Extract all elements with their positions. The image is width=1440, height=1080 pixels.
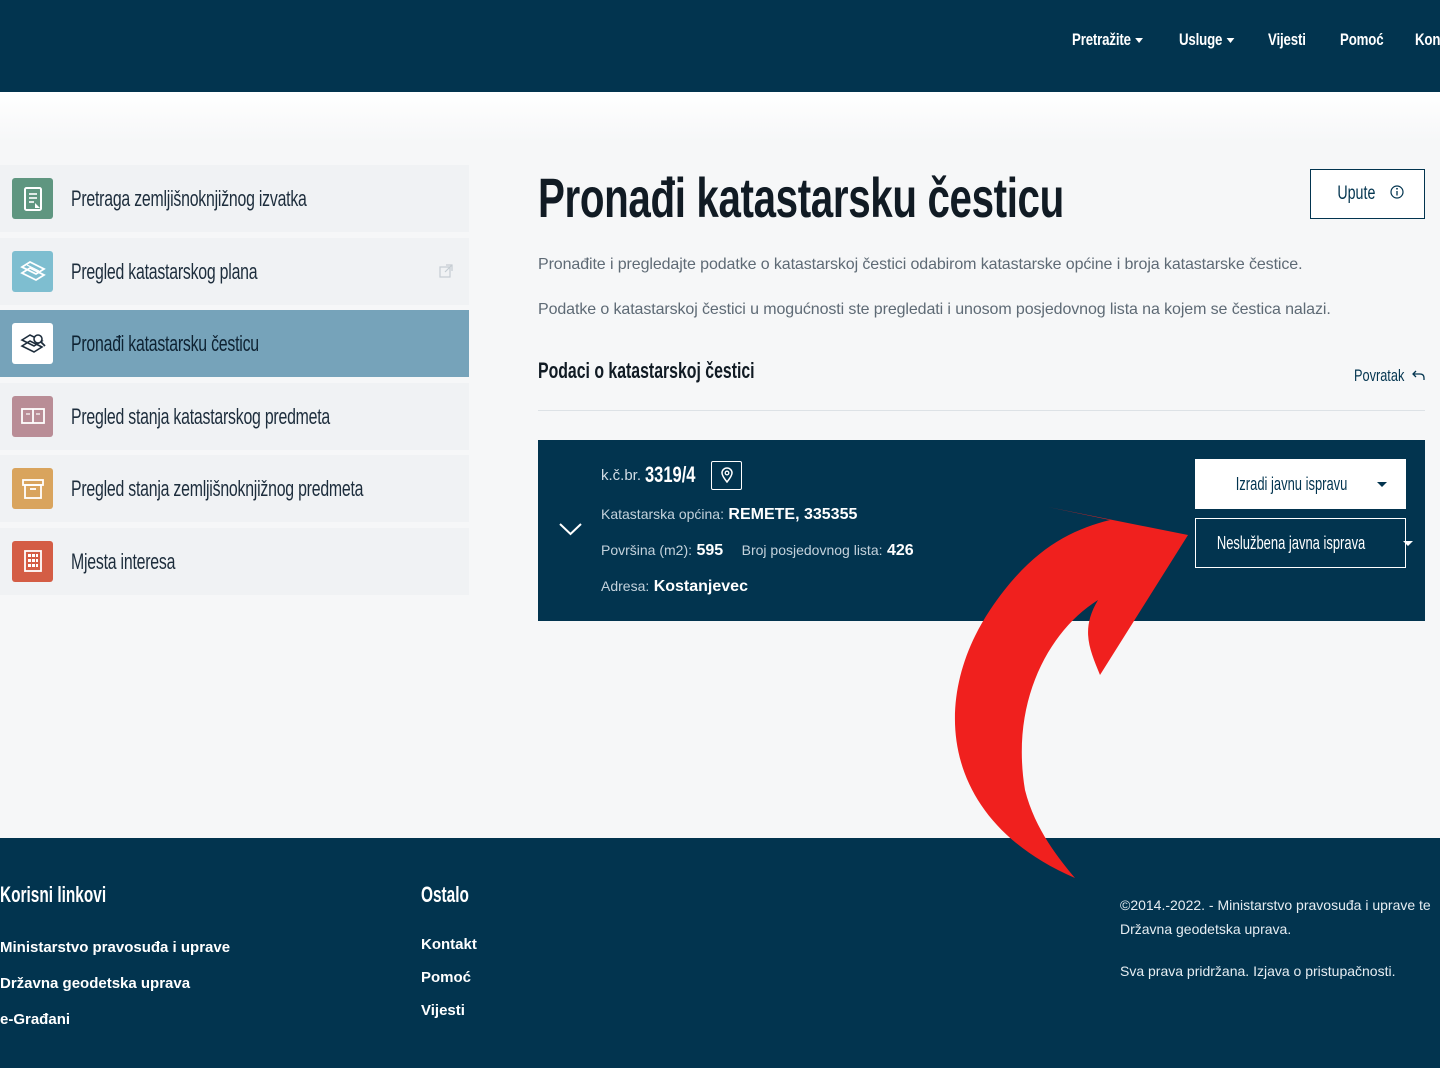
back-link[interactable]: Povratak xyxy=(1354,366,1425,386)
footer-bottom-strip xyxy=(0,1068,1440,1080)
chevron-down-icon xyxy=(1226,38,1235,44)
nav-pomoc[interactable]: Pomoć xyxy=(1340,30,1384,50)
map-icon xyxy=(12,250,53,292)
area-label: Površina (m2): xyxy=(601,542,693,558)
footer-link-contact[interactable]: Kontakt xyxy=(421,936,477,953)
upute-button[interactable]: Upute xyxy=(1310,169,1425,219)
footer-copyright-owner: Državna geodetska uprava. xyxy=(1120,921,1292,937)
building-icon xyxy=(12,540,53,582)
footer-other-title: Ostalo xyxy=(421,882,469,907)
sidebar-item-label: Pretraga zemljišnoknjižnog izvatka xyxy=(71,186,307,211)
footer-copyright: ©2014.-2022. - Ministarstvo pravosuđa i … xyxy=(1120,897,1431,913)
section-title: Podaci o katastarskoj čestici xyxy=(538,358,755,383)
parcel-number-label: k.č.br. xyxy=(601,466,642,484)
nav-vijesti[interactable]: Vijesti xyxy=(1268,30,1306,50)
sidebar-item-katastarski-predmet[interactable]: Pregled stanja katastarskog predmeta xyxy=(0,382,469,450)
sidebar-item-mjesta-interesa[interactable]: Mjesta interesa xyxy=(0,527,469,595)
page-description-secondary: Podatke o katastarskoj čestici u mogućno… xyxy=(538,301,1331,318)
footer: Korisni linkovi Ministarstvo pravosuđa i… xyxy=(0,838,1440,1068)
back-link-label: Povratak xyxy=(1354,366,1405,385)
map-pin-icon xyxy=(720,467,733,483)
section-divider xyxy=(538,410,1425,411)
footer-link-help[interactable]: Pomoć xyxy=(421,969,471,986)
document-icon xyxy=(12,178,53,219)
footer-useful-links-title: Korisni linkovi xyxy=(0,882,107,907)
parcel-search-icon xyxy=(12,323,53,364)
sidebar-item-pronadi-cesticu[interactable]: Pronađi katastarsku česticu xyxy=(0,310,469,377)
sidebar-item-label: Pregled katastarskog plana xyxy=(71,258,258,284)
page-description: Pronađite i pregledajte podatke o katast… xyxy=(538,256,1303,273)
address-label: Adresa: xyxy=(601,578,650,594)
possession-sheet-value: 426 xyxy=(886,542,914,559)
sidebar-item-zemljisnoknjizni-izvadak[interactable]: Pretraga zemljišnoknjižnog izvatka xyxy=(0,165,469,232)
area-value: 595 xyxy=(696,542,724,559)
cadastral-municipality: Katastarska općina: REMETE, 335355 xyxy=(601,506,857,524)
nav-pretrazite[interactable]: Pretražite xyxy=(1072,30,1144,50)
footer-link-news[interactable]: Vijesti xyxy=(421,1002,465,1019)
municipality-value: REMETE, 335355 xyxy=(728,506,858,523)
sidebar-item-katastarski-plan[interactable]: Pregled katastarskog plana xyxy=(0,237,469,305)
address-value: Kostanjevec xyxy=(653,578,748,595)
sidebar-item-label: Pregled stanja zemljišnoknjižnog predmet… xyxy=(71,476,364,501)
chevron-down-icon xyxy=(1135,38,1144,44)
create-public-document-label: Izradi javnu ispravu xyxy=(1235,473,1348,494)
archive-icon xyxy=(12,468,53,509)
unofficial-public-document-label: Neslužbena javna isprava xyxy=(1217,532,1366,553)
unofficial-public-document-button[interactable]: Neslužbena javna isprava xyxy=(1195,518,1413,568)
page-title: Pronađi katastarsku česticu xyxy=(538,166,1064,229)
top-navbar: Pretražite Usluge Vijesti Pomoć Kont xyxy=(0,0,1440,92)
footer-link-dgu[interactable]: Državna geodetska uprava xyxy=(0,975,190,992)
external-link-icon xyxy=(439,263,453,283)
nav-kontakt[interactable]: Kont xyxy=(1415,30,1440,50)
header-spacer xyxy=(0,92,1440,142)
sidebar: Pretraga zemljišnoknjižnog izvatka Pregl… xyxy=(0,165,469,600)
possession-sheet-label: Broj posjedovnog lista: xyxy=(741,542,883,558)
nav-usluge[interactable]: Usluge xyxy=(1179,30,1235,50)
area-and-sheet: Površina (m2): 595 Broj posjedovnog list… xyxy=(601,542,914,560)
create-public-document-button[interactable]: Izradi javnu ispravu xyxy=(1195,459,1406,509)
chevron-down-icon xyxy=(1402,540,1413,546)
chevron-down-icon[interactable] xyxy=(558,522,583,542)
footer-rights: Sva prava pridržana. Izjava o pristupačn… xyxy=(1120,963,1396,979)
upute-button-content: Upute xyxy=(1331,183,1404,205)
municipality-label: Katastarska općina: xyxy=(601,506,724,522)
book-icon xyxy=(12,395,53,437)
map-pin-button[interactable] xyxy=(711,460,743,490)
parcel-number-row: k.č.br. 3319/4 xyxy=(601,460,743,490)
parcel-number-value: 3319/4 xyxy=(645,462,696,487)
address: Adresa: Kostanjevec xyxy=(601,578,748,596)
sidebar-item-zemljisnoknjizni-predmet[interactable]: Pregled stanja zemljišnoknjižnog predmet… xyxy=(0,455,469,522)
footer-link-e-gradani[interactable]: e-Građani xyxy=(0,1011,70,1028)
sidebar-item-label: Pregled stanja katastarskog predmeta xyxy=(71,403,331,429)
footer-link-ministry[interactable]: Ministarstvo pravosuđa i uprave xyxy=(0,939,230,956)
sidebar-item-label: Pronađi katastarsku česticu xyxy=(71,331,259,356)
back-arrow-icon xyxy=(1412,366,1425,386)
sidebar-item-label: Mjesta interesa xyxy=(71,548,176,574)
parcel-card: k.č.br. 3319/4 Katastarska općina: REMET… xyxy=(538,440,1425,621)
upute-label: Upute xyxy=(1337,183,1376,204)
info-icon xyxy=(1390,184,1404,204)
chevron-down-icon xyxy=(1377,481,1388,487)
